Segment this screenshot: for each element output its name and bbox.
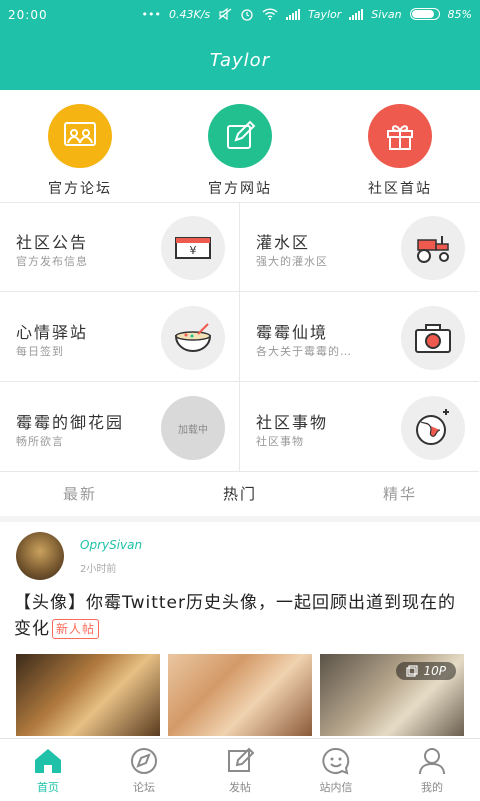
nav-label: 站内信	[319, 781, 353, 794]
post-tabs: 最新 热门 精华	[0, 472, 480, 517]
post-time: 2小时前	[80, 564, 117, 575]
post-title[interactable]: 【头像】你霉Twitter历史头像，一起回顾出道到现在的变化 新人帖	[14, 590, 466, 642]
status-icons: ••• 0.43K/s Taylor Sivan 85%	[142, 7, 472, 21]
section-subtitle: 各大关于霉霉的…	[256, 345, 352, 358]
carrier-1: Taylor	[308, 7, 342, 21]
photo-count: 10P	[423, 664, 446, 678]
signal-icon	[286, 8, 301, 20]
status-bar: 20:00 ••• 0.43K/s Taylor Sivan 85%	[0, 0, 480, 32]
smiley-icon	[322, 747, 350, 775]
nav-label: 首页	[37, 781, 59, 794]
section-affairs[interactable]: 社区事物 社区事物	[240, 383, 479, 472]
photo-count-badge: 10P	[396, 662, 456, 680]
quick-link-community[interactable]: 社区首站	[320, 90, 480, 202]
tab-hot[interactable]: 热门	[160, 472, 320, 516]
tab-latest[interactable]: 最新	[0, 472, 160, 516]
new-post-badge: 新人帖	[52, 619, 100, 639]
battery-percent: 85%	[447, 7, 472, 21]
mute-icon	[218, 8, 232, 20]
nav-messages[interactable]: 站内信	[288, 739, 384, 801]
section-title: 霉霉仙境	[256, 323, 329, 342]
nav-label: 我的	[421, 781, 443, 794]
ticket-icon: ¥	[161, 216, 225, 280]
post-card[interactable]: OprySivan 2小时前 【头像】你霉Twitter历史头像，一起回顾出道到…	[0, 522, 480, 736]
wifi-icon	[262, 8, 278, 20]
compass-icon	[131, 748, 157, 774]
bowl-icon	[161, 306, 225, 370]
gallery-icon	[406, 665, 419, 677]
quick-links: 官方论坛 官方网站 社区首站	[0, 90, 480, 202]
section-title: 霉霉的御花园	[16, 413, 125, 432]
nav-home[interactable]: 首页	[0, 739, 96, 801]
section-subtitle: 官方发布信息	[16, 255, 88, 268]
more-dots-icon: •••	[141, 7, 161, 21]
nav-label: 发帖	[229, 781, 251, 794]
tractor-icon	[401, 216, 465, 280]
section-subtitle: 社区事物	[256, 435, 304, 448]
svg-text:¥: ¥	[190, 244, 197, 257]
nav-forum[interactable]: 论坛	[96, 739, 192, 801]
loading-text: 加载中	[178, 424, 208, 436]
nav-post[interactable]: 发帖	[192, 739, 288, 801]
signal-icon-2	[349, 8, 364, 20]
section-wonderland[interactable]: 霉霉仙境 各大关于霉霉的…	[240, 293, 479, 382]
avatar[interactable]	[16, 532, 64, 580]
home-icon	[35, 749, 61, 773]
section-announcements[interactable]: 社区公告 官方发布信息 ¥	[0, 203, 239, 292]
compose-icon	[228, 747, 255, 772]
forum-sections: 社区公告 官方发布信息 ¥ 灌水区 强大的灌水区 心情驿站 每日签到 霉霉仙境 …	[0, 202, 480, 473]
section-subtitle: 每日签到	[16, 345, 64, 358]
quick-link-official-site[interactable]: 官方网站	[160, 90, 320, 202]
app-title: Taylor	[209, 50, 271, 71]
post-image[interactable]: 10P	[320, 654, 464, 736]
nav-label: 论坛	[133, 781, 155, 794]
quick-link-label: 社区首站	[368, 181, 432, 197]
post-author[interactable]: OprySivan	[80, 538, 142, 552]
gift-icon	[368, 104, 432, 168]
user-icon	[419, 748, 445, 775]
section-subtitle: 强大的灌水区	[256, 255, 328, 268]
battery-icon	[409, 8, 440, 20]
section-title: 灌水区	[256, 233, 311, 252]
section-mood-station[interactable]: 心情驿站 每日签到	[0, 293, 239, 382]
section-title: 心情驿站	[16, 323, 89, 342]
carrier-2: Sivan	[371, 7, 402, 21]
network-speed: 0.43K/s	[169, 7, 211, 21]
battery-fill	[411, 10, 434, 18]
section-title: 社区公告	[16, 233, 89, 252]
tab-featured[interactable]: 精华	[320, 472, 480, 516]
section-title: 社区事物	[256, 413, 329, 432]
loading-icon: 加载中	[161, 396, 225, 460]
quick-link-label: 官方论坛	[48, 181, 112, 197]
post-image[interactable]	[168, 654, 312, 736]
alarm-icon	[241, 9, 253, 21]
nav-profile[interactable]: 我的	[384, 739, 480, 801]
section-garden[interactable]: 霉霉的御花园 畅所欲言 加载中	[0, 383, 239, 472]
camera-icon	[401, 306, 465, 370]
globe-icon	[401, 396, 465, 460]
presentation-icon	[48, 104, 112, 168]
section-subtitle: 畅所欲言	[16, 435, 64, 448]
section-water-zone[interactable]: 灌水区 强大的灌水区	[240, 203, 479, 292]
post-images: 10P	[16, 654, 464, 736]
app-title-bar: Taylor	[0, 32, 480, 90]
edit-icon	[208, 104, 272, 168]
quick-link-official-forum[interactable]: 官方论坛	[0, 90, 160, 202]
quick-link-label: 官方网站	[208, 181, 272, 197]
bottom-nav: 首页 论坛 发帖 站内信 我的	[0, 738, 480, 801]
status-time: 20:00	[8, 8, 48, 22]
post-image[interactable]	[16, 654, 160, 736]
